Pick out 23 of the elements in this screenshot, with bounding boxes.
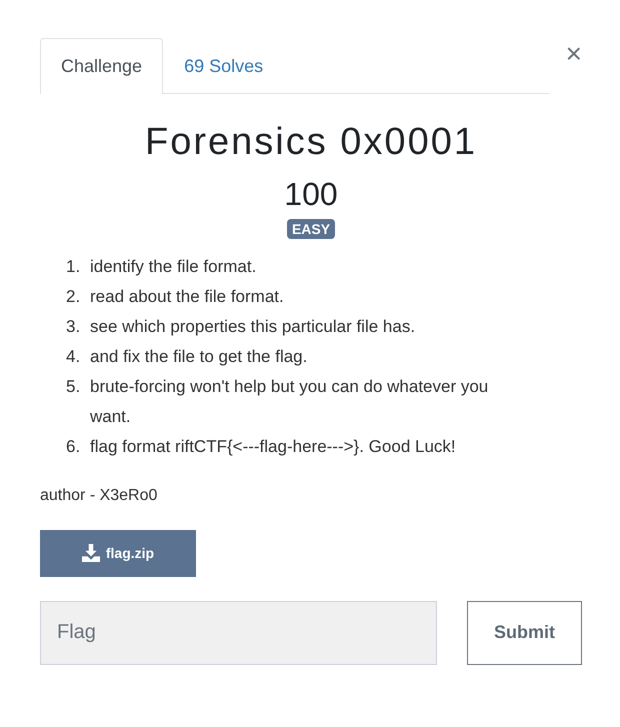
instruction-text: flag format riftCTF{<---flag-here--->}. Good Luck! [90, 436, 456, 458]
instruction-text: and fix the file to get the flag. [90, 346, 308, 368]
instruction-text: identify the file format. [90, 256, 256, 278]
instruction-text: read about the file format. [90, 286, 284, 308]
tab[interactable]: 69 Solves [163, 38, 284, 94]
points-value: 100 [283, 174, 339, 214]
tab[interactable]: Challenge [40, 38, 164, 94]
instruction-text: see which properties this particular file has. [90, 316, 416, 338]
step-number: 3. [66, 316, 82, 338]
instruction-text: brute-forcing won't help but you can do whatever you want. [90, 376, 490, 428]
step-number: 1. [66, 256, 82, 278]
flag-field[interactable]: Flag [40, 600, 437, 665]
submit-button[interactable]: Submit [467, 600, 582, 665]
download-button[interactable]: flag.zip [40, 530, 196, 577]
step-number: 5. [66, 376, 82, 398]
difficulty-badge: EASY [286, 218, 336, 239]
close-button[interactable]: × [566, 40, 582, 68]
step-number: 6. [66, 436, 82, 458]
author-text: author - X3eRo0 [40, 486, 158, 506]
step-number: 2. [66, 286, 82, 308]
step-number: 4. [66, 346, 82, 368]
challenge-title: Forensics 0x0001 [144, 120, 478, 165]
download-icon [82, 544, 100, 562]
